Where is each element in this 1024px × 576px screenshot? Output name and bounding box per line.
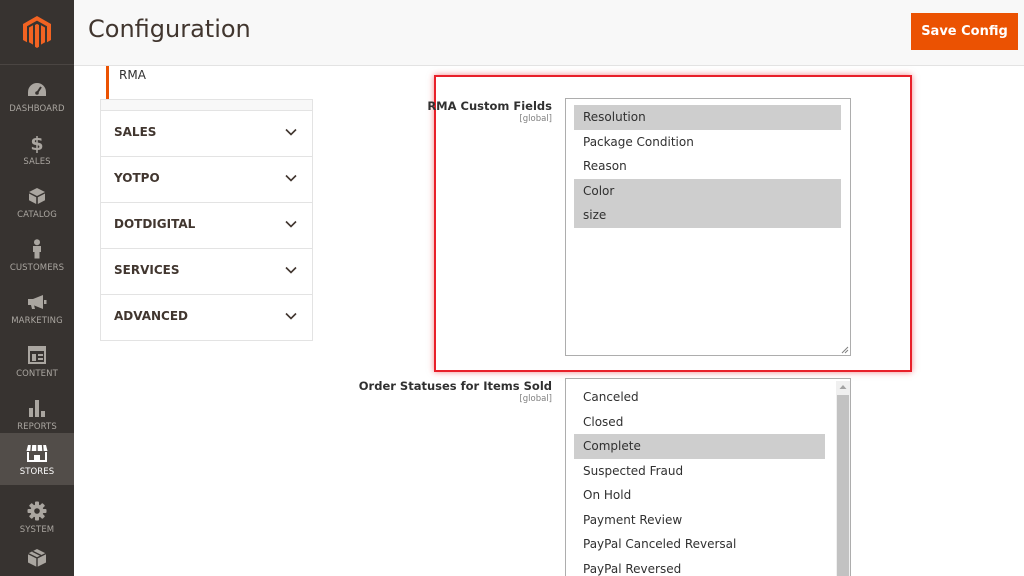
tab-group-sales[interactable]: SALES xyxy=(101,111,312,157)
tab-group-label: SERVICES xyxy=(114,263,180,277)
tab-group-yotpo[interactable]: YOTPO xyxy=(101,157,312,203)
bar-chart-icon xyxy=(26,397,48,419)
nav-label: SALES xyxy=(23,156,51,167)
nav-label: DASHBOARD xyxy=(9,103,65,114)
multiselect-option[interactable]: Reason xyxy=(574,154,841,179)
multiselect-option[interactable]: Package Condition xyxy=(574,130,841,155)
nav-item-content[interactable]: CONTENT xyxy=(0,335,74,387)
nav-item-stores[interactable]: STORES xyxy=(0,433,74,485)
tab-group-label: ADVANCED xyxy=(114,309,189,323)
page-title: Configuration xyxy=(88,15,251,43)
svg-text:$: $ xyxy=(30,133,43,153)
nav-item-dashboard[interactable]: DASHBOARD xyxy=(0,70,74,122)
multiselect-option[interactable]: Complete xyxy=(574,434,825,459)
chevron-down-icon xyxy=(285,128,297,136)
nav-label: CUSTOMERS xyxy=(9,262,65,273)
nav-item-customers[interactable]: CUSTOMERS xyxy=(0,229,74,281)
nav-label: SYSTEM xyxy=(19,524,55,535)
scroll-up-arrow-icon[interactable] xyxy=(837,381,849,393)
tab-group-advanced[interactable]: ADVANCED xyxy=(101,295,312,341)
scrollbar-thumb[interactable] xyxy=(837,395,849,576)
tab-group-dotdigital[interactable]: DOTDIGITAL xyxy=(101,203,312,249)
megaphone-icon xyxy=(26,291,48,313)
person-icon xyxy=(26,238,48,260)
layout-icon xyxy=(26,344,48,366)
nav-item-system[interactable]: SYSTEM xyxy=(0,491,74,543)
order-statuses-label: Order Statuses for Items Sold xyxy=(358,379,552,393)
config-tabs-top-strip xyxy=(101,100,312,111)
tab-group-label: SALES xyxy=(114,125,157,139)
box-icon xyxy=(26,547,48,569)
nav-label: CONTENT xyxy=(16,368,58,379)
chevron-down-icon xyxy=(285,312,297,320)
chevron-down-icon xyxy=(285,266,297,274)
config-tab-item-label: RMA xyxy=(119,68,146,82)
multiselect-option[interactable]: Payment Review xyxy=(574,508,825,533)
nav-item-catalog[interactable]: CATALOG xyxy=(0,176,74,228)
cube-icon xyxy=(26,185,48,207)
magento-logo-icon xyxy=(23,16,51,48)
multiselect-option[interactable]: Closed xyxy=(574,410,825,435)
rma-custom-fields-label: RMA Custom Fields xyxy=(427,99,552,113)
page-header: Configuration Save Config xyxy=(74,0,1024,66)
order-statuses-scope: [global] xyxy=(519,394,552,404)
multiselect-option[interactable]: PayPal Canceled Reversal xyxy=(574,532,825,557)
multiselect-option[interactable]: On Hold xyxy=(574,483,825,508)
nav-item-marketing[interactable]: MARKETING xyxy=(0,282,74,334)
tab-group-services[interactable]: SERVICES xyxy=(101,249,312,295)
gear-icon xyxy=(26,500,48,522)
config-tabs: SALES YOTPO DOTDIGITAL SERVICES ADVANCED xyxy=(100,99,313,341)
multiselect-option[interactable]: size xyxy=(574,203,841,228)
save-config-button[interactable]: Save Config xyxy=(911,13,1018,50)
chevron-down-icon xyxy=(285,174,297,182)
multiselect-option[interactable]: Resolution xyxy=(574,105,841,130)
multiselect-option[interactable]: PayPal Reversed xyxy=(574,557,825,576)
tab-group-label: DOTDIGITAL xyxy=(114,217,196,231)
rma-custom-fields-scope: [global] xyxy=(519,114,552,124)
dashboard-icon xyxy=(26,79,48,101)
dollar-icon: $ xyxy=(26,132,48,154)
nav-label: REPORTS xyxy=(17,421,57,432)
tab-group-label: YOTPO xyxy=(114,171,160,185)
multiselect-option[interactable]: Suspected Fraud xyxy=(574,459,825,484)
nav-label: MARKETING xyxy=(11,315,63,326)
admin-sidebar: DASHBOARD $ SALES CATALOG CUSTOMERS MARK… xyxy=(0,0,74,576)
store-icon xyxy=(26,442,48,464)
multiselect-option[interactable]: Color xyxy=(574,178,841,203)
order-statuses-multiselect[interactable]: Canceled Closed Complete Suspected Fraud… xyxy=(565,378,851,576)
nav-label: STORES xyxy=(19,466,55,477)
chevron-down-icon xyxy=(285,220,297,228)
nav-item-partners[interactable] xyxy=(0,541,74,576)
nav-divider xyxy=(0,64,74,65)
config-tab-item-rma[interactable]: RMA xyxy=(106,66,312,99)
rma-custom-fields-multiselect[interactable]: Resolution Package Condition Reason Colo… xyxy=(565,98,851,356)
nav-label: CATALOG xyxy=(17,209,57,220)
magento-logo[interactable] xyxy=(0,0,74,64)
multiselect-option[interactable]: Canceled xyxy=(574,385,825,410)
resize-handle-icon[interactable] xyxy=(840,345,849,354)
nav-item-sales[interactable]: $ SALES xyxy=(0,123,74,175)
